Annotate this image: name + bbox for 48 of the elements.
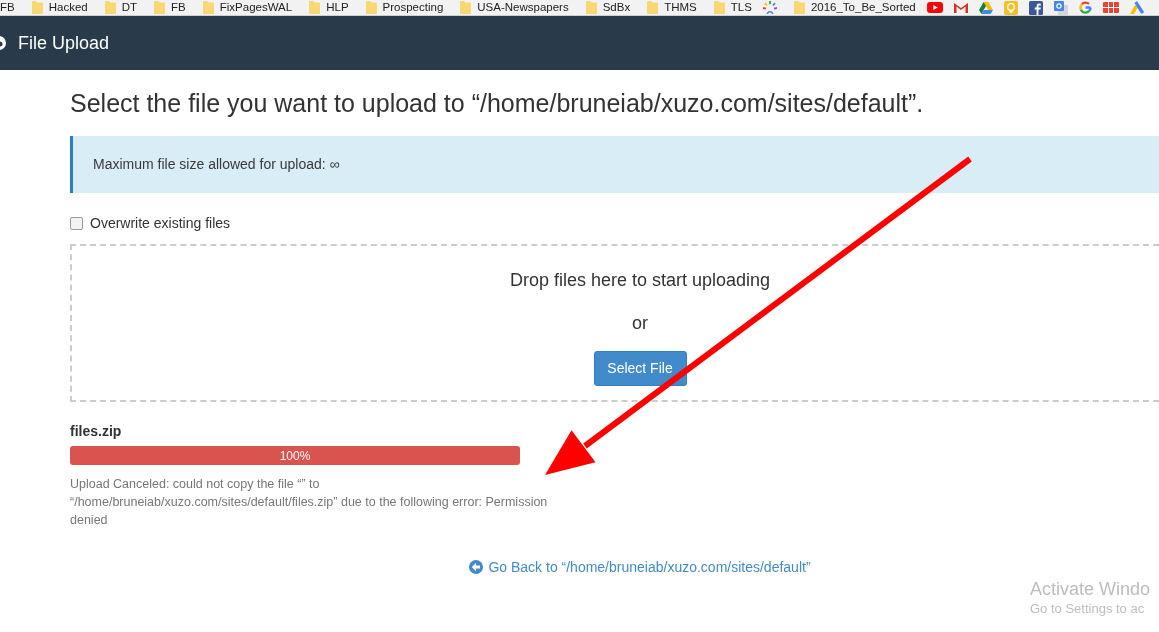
error-message: Upload Canceled: could not copy the file “” to “/home/bruneiab/xuzo.com/sites/default/files.zip” due to the following error: Permission denied bbox=[70, 476, 549, 529]
grid-icon[interactable] bbox=[1102, 2, 1119, 13]
translate-icon[interactable] bbox=[1053, 0, 1068, 15]
activation-title: Activate Windo bbox=[1030, 578, 1151, 600]
bookmark-label[interactable]: FixPagesWAL bbox=[219, 0, 293, 15]
dropzone[interactable]: Drop files here to start uploading or Select File bbox=[70, 244, 1159, 402]
folder-icon bbox=[154, 1, 166, 14]
bookmark-label[interactable]: Prospecting bbox=[382, 0, 444, 15]
activation-subtitle: Go to Settings to ac bbox=[1030, 600, 1146, 618]
bookmark-label[interactable]: HLP bbox=[326, 0, 349, 15]
bookmark-label[interactable]: FB bbox=[171, 0, 186, 15]
bookmark-label[interactable]: Hacked bbox=[48, 0, 88, 15]
bookmark-label[interactable]: USA-Newspapers bbox=[477, 0, 569, 15]
folder-icon bbox=[202, 1, 214, 14]
dropzone-prompt: Drop files here to start uploading bbox=[509, 269, 771, 292]
square-logo-icon[interactable] bbox=[1028, 0, 1043, 15]
video-play-icon[interactable] bbox=[926, 2, 943, 13]
bookmark-label[interactable]: SdBx bbox=[602, 0, 631, 15]
checkbox-label[interactable]: Overwrite existing files bbox=[90, 212, 231, 234]
envelope-icon[interactable] bbox=[953, 2, 968, 13]
separator-text: or bbox=[632, 312, 648, 335]
folder-icon bbox=[585, 1, 597, 14]
folder-icon bbox=[793, 1, 805, 14]
folder-icon bbox=[365, 1, 377, 14]
info-text: Maximum file size allowed for upload: ∞ bbox=[93, 155, 340, 174]
folder-icon bbox=[647, 1, 659, 14]
folder-icon bbox=[460, 1, 472, 14]
sparkle-icon[interactable] bbox=[762, 1, 777, 14]
progress-label: 100% bbox=[279, 447, 311, 465]
bookmark-label[interactable]: TLS bbox=[730, 0, 752, 15]
back-arrow-icon bbox=[469, 560, 484, 574]
ring-logo-icon[interactable] bbox=[1078, 1, 1092, 14]
page-heading: Select the file you want to upload to “/home/bruneiab/xuzo.com/sites/default”. bbox=[70, 88, 925, 118]
folder-icon bbox=[31, 1, 43, 14]
back-link[interactable]: Go Back to “/home/bruneiab/xuzo.com/sites/default” bbox=[469, 557, 811, 577]
select-file-button[interactable]: Select File bbox=[593, 351, 687, 386]
triangle-icon[interactable] bbox=[978, 1, 993, 14]
folder-icon bbox=[104, 1, 116, 14]
bookmark-label[interactable]: 2016_To_Be_Sorted bbox=[810, 0, 916, 15]
folder-icon bbox=[309, 1, 321, 14]
page-title: File Upload bbox=[18, 32, 110, 55]
file-name: files.zip bbox=[70, 422, 123, 441]
bookmark-label[interactable]: FB bbox=[0, 0, 15, 15]
bookmark-label[interactable]: DT bbox=[121, 0, 138, 15]
checkbox[interactable] bbox=[70, 216, 83, 230]
triangle-logo-icon[interactable] bbox=[1129, 1, 1144, 14]
folder-icon bbox=[713, 1, 725, 14]
bookmark-label[interactable]: THMS bbox=[664, 0, 697, 15]
